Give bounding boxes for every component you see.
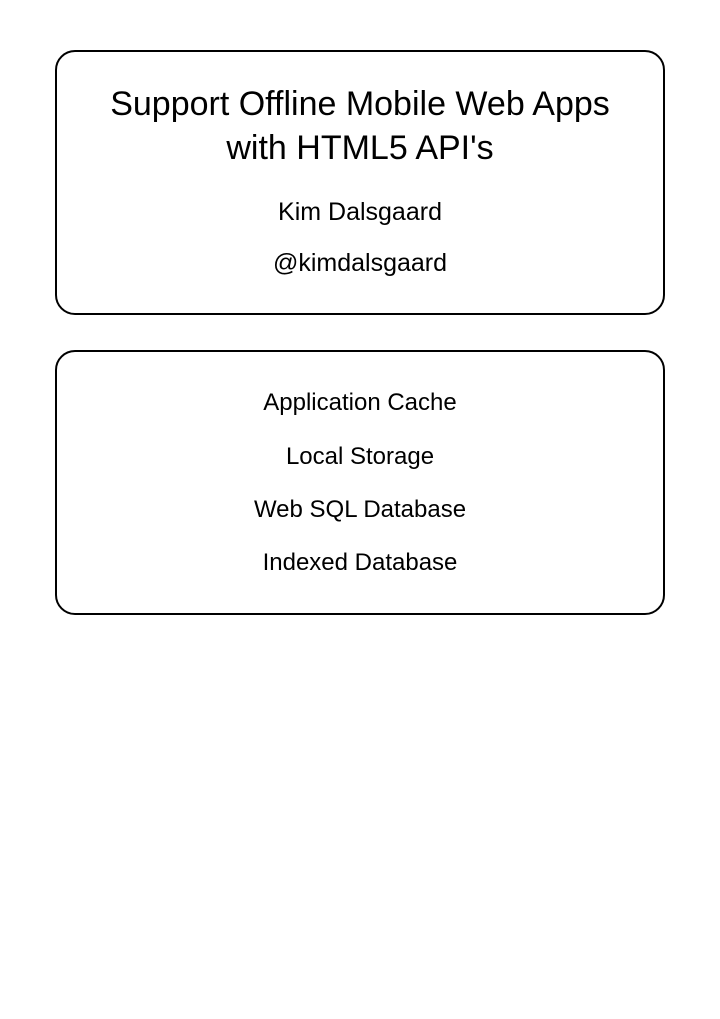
- topic-item: Web SQL Database: [77, 494, 643, 525]
- topics-slide: Application Cache Local Storage Web SQL …: [55, 350, 665, 615]
- topic-item: Local Storage: [77, 441, 643, 472]
- topic-item: Application Cache: [77, 387, 643, 418]
- author-name: Kim Dalsgaard: [77, 198, 643, 227]
- slide-title: Support Offline Mobile Web Apps with HTM…: [77, 82, 643, 170]
- title-slide: Support Offline Mobile Web Apps with HTM…: [55, 50, 665, 315]
- topic-item: Indexed Database: [77, 547, 643, 578]
- author-handle: @kimdalsgaard: [77, 249, 643, 278]
